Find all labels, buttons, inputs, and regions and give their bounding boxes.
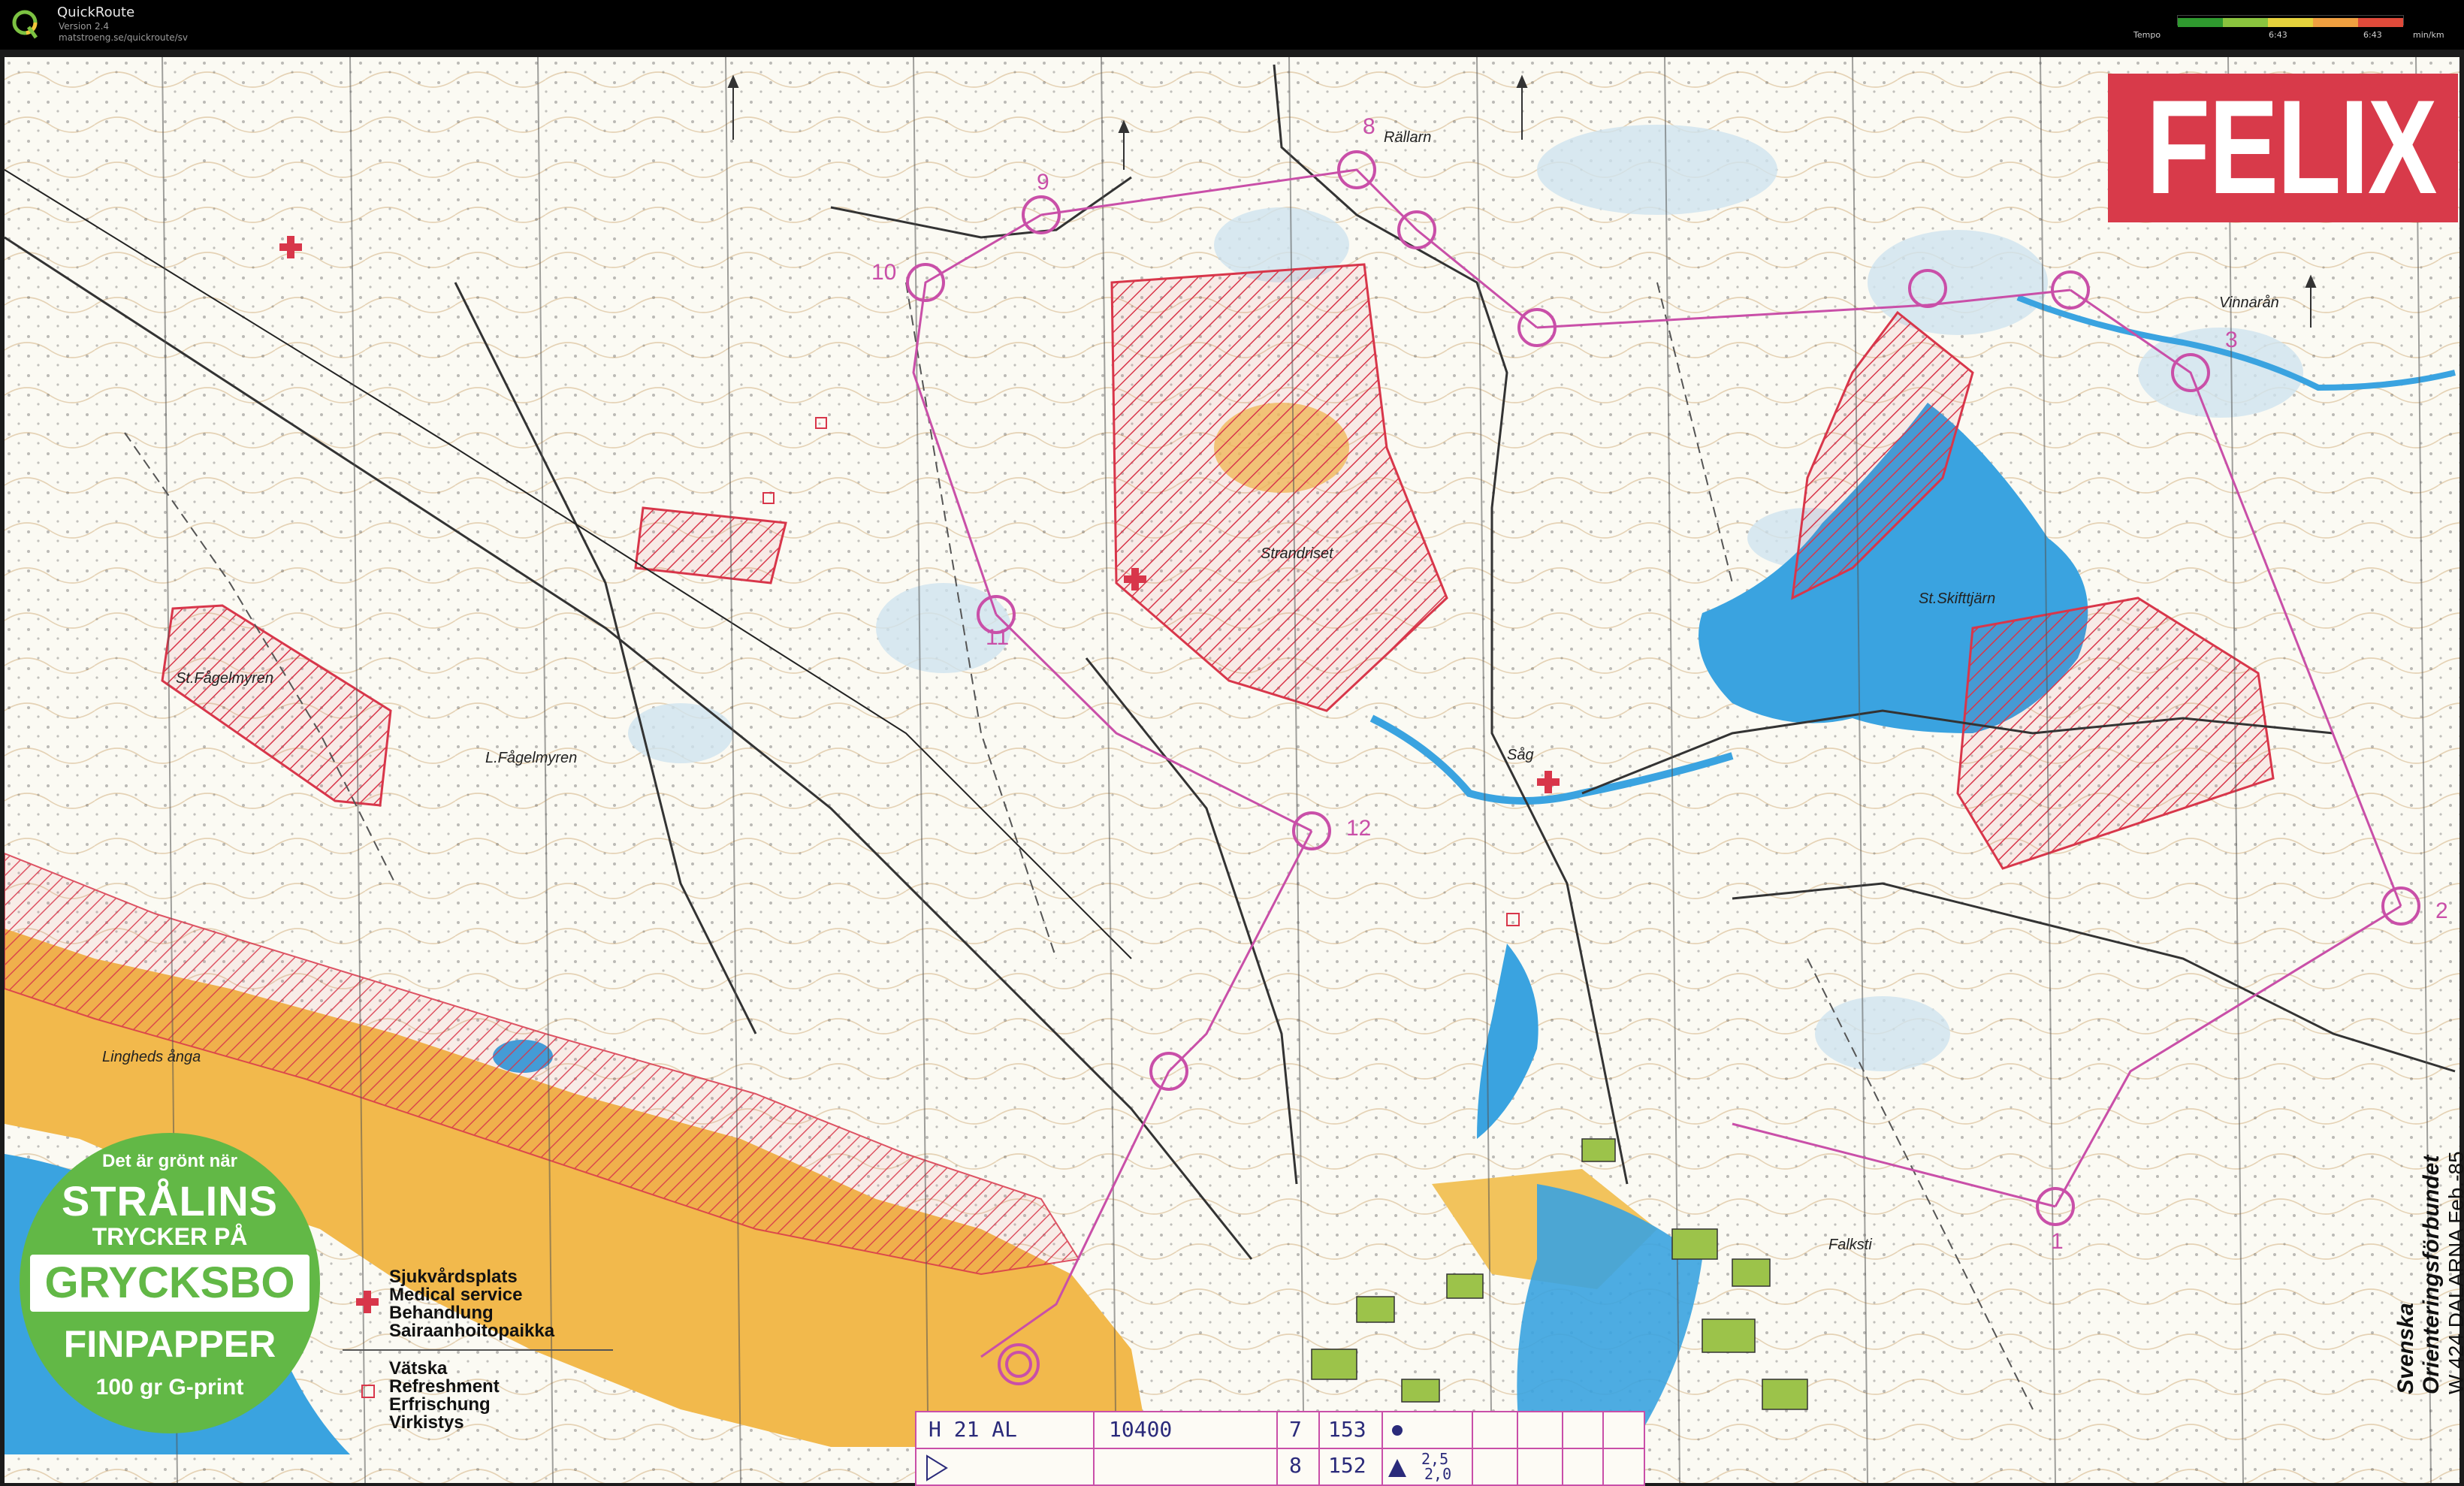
orienteering-map[interactable]: FELIX Rällarn Strandriset St.Fågelmyren …	[5, 57, 2464, 1486]
course-length: 10400	[1109, 1417, 1173, 1442]
legend-label: Tempo	[2133, 30, 2161, 40]
place-falksti: Falksti	[1828, 1237, 1872, 1253]
app-url: matstroeng.se/quickroute/sv	[59, 32, 189, 43]
course-card-grid	[916, 1412, 1644, 1484]
place-st-fagelmyren: St.Fågelmyren	[176, 670, 274, 687]
app-name: QuickRoute	[57, 5, 135, 20]
sponsor-line-4: GRYCKSBO	[30, 1255, 310, 1312]
legend-refreshment-4: Virkistys	[389, 1412, 464, 1433]
legend-medical-2: Medical service	[389, 1285, 523, 1305]
tempo-color-segment	[2313, 18, 2359, 27]
course-row2-a: 8	[1289, 1453, 1302, 1478]
publisher-line-1: Svenska	[2393, 1303, 2418, 1394]
app-version: Version 2.4	[59, 21, 110, 32]
publisher-text: Svenska Orienteringsförbundet W 424 DALA…	[2393, 1151, 2464, 1394]
legend-refreshment-2: Refreshment	[389, 1376, 500, 1397]
course-scale-b: 2,0	[1424, 1465, 1452, 1483]
course-class: H 21 AL	[929, 1417, 1018, 1442]
course-row1-a: 7	[1289, 1417, 1302, 1442]
control-number-12: 12	[1346, 816, 1372, 841]
legend-medical-3: Behandlung	[389, 1303, 494, 1323]
place-lingheds-anga: Lingheds ånga	[102, 1049, 201, 1065]
legend-medical-1: Sjukvårdsplats	[389, 1267, 518, 1287]
legend-medical-4: Sairaanhoitopaikka	[389, 1321, 555, 1341]
medical-legend-icon	[356, 1291, 379, 1313]
legend-value-right: 6:43	[2363, 30, 2382, 40]
tempo-color-segment	[2358, 18, 2404, 27]
tempo-color-segment	[2223, 18, 2269, 27]
sponsor-line-2: STRÅLINS	[62, 1177, 278, 1225]
control-number-1: 1	[2051, 1229, 2064, 1254]
legend-value-left: 6:43	[2269, 30, 2287, 40]
legend-divider	[343, 1349, 613, 1351]
control-number-10: 10	[871, 260, 897, 285]
control-number-2: 2	[2435, 899, 2448, 923]
refreshment-legend-icon	[361, 1385, 375, 1398]
publisher-line-2: Orienteringsförbundet	[2419, 1155, 2444, 1394]
felix-logo-text: FELIX	[2146, 72, 2437, 222]
course-row2-b: 152	[1328, 1453, 1366, 1478]
legend-refreshment-1: Vätska	[389, 1358, 448, 1379]
sponsor-line-1: Det är grönt när	[101, 1151, 238, 1171]
control-number-3: 3	[2225, 328, 2238, 352]
felix-logo: FELIX	[2108, 74, 2458, 222]
course-row1-b: 153	[1328, 1417, 1366, 1442]
control-number-9: 9	[1037, 170, 1049, 195]
place-rallarn: Rällarn	[1384, 129, 1432, 146]
sponsor-line-5: FINPAPPER	[63, 1323, 276, 1365]
place-st-skifttjarn: St.Skifttjärn	[1919, 590, 1996, 607]
sponsor-badge: Det är grönt när STRÅLINS TRYCKER PÅ GRY…	[20, 1133, 320, 1433]
place-strandriset: Strandriset	[1261, 545, 1333, 562]
place-sag: Såg	[1507, 747, 1534, 763]
map-graphics	[5, 57, 2459, 1483]
sponsor-line-6: 100 gr G-print	[95, 1375, 244, 1400]
legend-refreshment-3: Erfrischung	[389, 1394, 491, 1415]
course-card: H 21 AL 10400 7 153 8 152 2,5 2,0	[915, 1411, 1645, 1486]
publisher-line-3: W 424 DALARNA Feb.-85	[2444, 1151, 2464, 1394]
tempo-color-bar	[2177, 15, 2404, 27]
tempo-color-segment	[2178, 18, 2224, 27]
tempo-color-segment	[2268, 18, 2314, 27]
place-vinnaran: Vinnarån	[2219, 294, 2279, 311]
title-bar: QuickRoute Version 2.4 matstroeng.se/qui…	[0, 0, 2464, 50]
place-l-fagelmyren: L.Fågelmyren	[485, 750, 578, 766]
sponsor-line-3: TRYCKER PÅ	[92, 1223, 248, 1250]
control-number-11: 11	[986, 625, 1010, 650]
quickroute-logo-icon	[11, 8, 39, 41]
legend-unit: min/km	[2413, 30, 2444, 40]
control-number-8: 8	[1363, 114, 1375, 139]
tempo-legend: Tempo 6:43 6:43 min/km	[2133, 11, 2456, 45]
